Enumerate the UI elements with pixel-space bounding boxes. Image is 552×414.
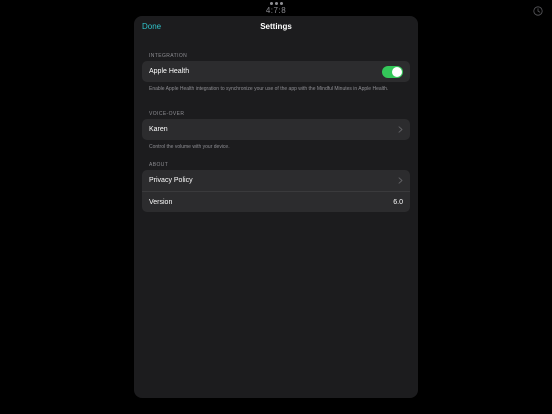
version-value: 6.0 <box>393 198 403 206</box>
voice-over-footer: Control the volume with your device. <box>149 144 230 150</box>
apple-health-label: Apple Health <box>149 68 190 75</box>
privacy-policy-label: Privacy Policy <box>149 177 193 184</box>
status-time: 4:7:8 <box>265 6 287 15</box>
integration-group: Apple Health <box>142 61 410 82</box>
version-label: Version <box>149 198 173 206</box>
section-header-voice-over: VOICE-OVER <box>149 111 185 117</box>
privacy-policy-row[interactable]: Privacy Policy <box>142 170 410 191</box>
chevron-right-icon <box>398 177 403 184</box>
toggle-knob <box>392 66 402 77</box>
section-header-integration: INTEGRATION <box>149 53 188 59</box>
screen: 4:7:8 Done Settings INTEGRATION Apple He… <box>0 0 552 414</box>
section-header-about: ABOUT <box>149 162 169 168</box>
page-title: Settings <box>260 22 292 31</box>
version-row: Version 6.0 <box>142 191 410 212</box>
voice-row[interactable]: Karen <box>142 119 410 140</box>
integration-footer: Enable Apple Health integration to synch… <box>149 86 389 92</box>
clock-icon[interactable] <box>533 6 543 16</box>
voice-label: Karen <box>149 126 168 133</box>
apple-health-toggle[interactable] <box>382 65 403 78</box>
voice-over-group: Karen <box>142 119 410 140</box>
about-group: Privacy Policy Version 6.0 <box>142 170 410 212</box>
navigation-bar: Done Settings <box>134 16 418 40</box>
apple-health-row: Apple Health <box>142 61 410 82</box>
settings-sheet: Done Settings INTEGRATION Apple Health E… <box>134 16 418 398</box>
chevron-right-icon <box>398 126 403 133</box>
